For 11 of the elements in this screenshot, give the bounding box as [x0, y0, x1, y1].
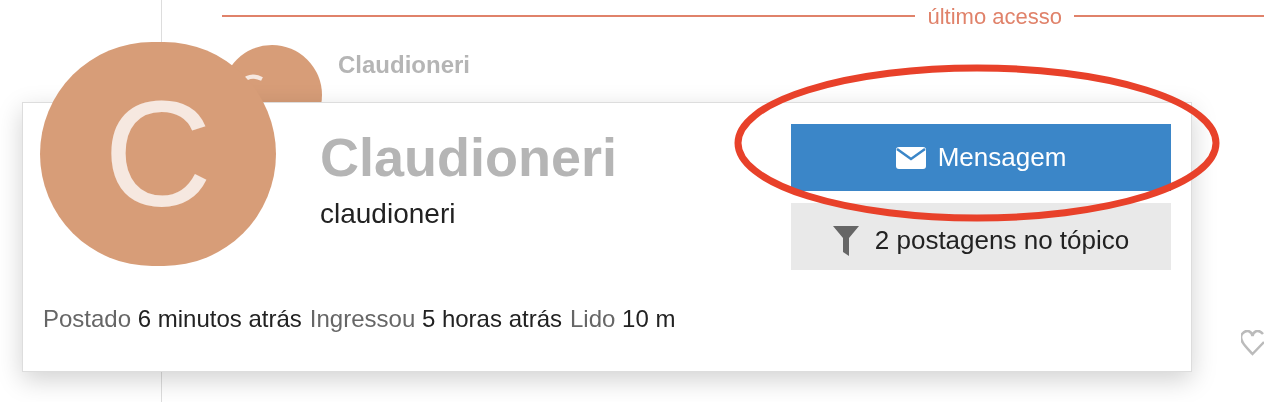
user-stat: Ingressou 5 horas atrás	[309, 305, 562, 332]
user-stat: Postado 6 minutos atrás	[43, 305, 302, 332]
post-author: Claudioneri	[338, 50, 470, 80]
user-display-name: Claudioneri	[320, 126, 619, 189]
divider-label: último acesso	[926, 2, 1063, 31]
message-button[interactable]: Mensagem	[791, 124, 1171, 191]
funnel-icon	[832, 225, 859, 256]
envelope-icon	[895, 146, 926, 169]
user-handle: claudioneri	[320, 197, 457, 231]
user-stat: Lido 10 m	[570, 305, 676, 332]
filter-posts-button[interactable]: 2 postagens no tópico	[791, 203, 1171, 270]
